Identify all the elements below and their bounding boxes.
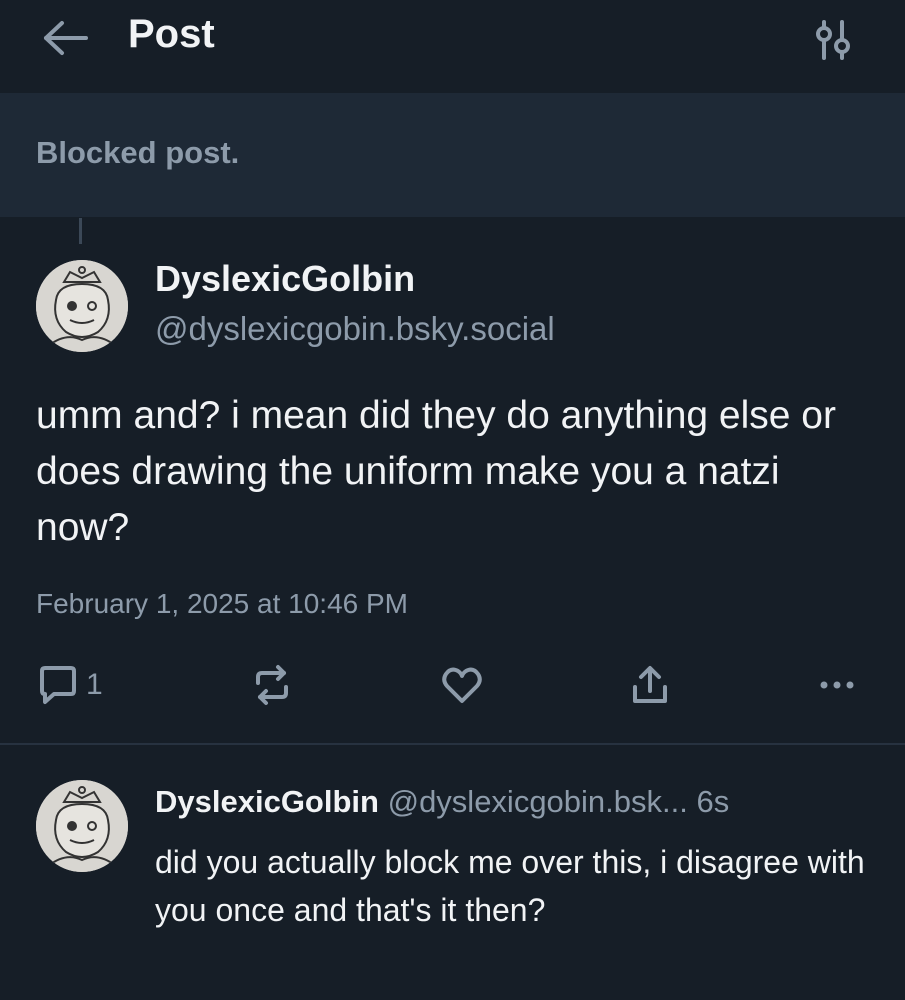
post-text: umm and? i mean did they do anything els… [36,394,836,549]
reply-header: DyslexicGolbin @dyslexicgobin.bsk... 6s [155,784,875,820]
post-timestamp: February 1, 2025 at 10:46 PM [36,588,408,619]
page-title: Post [128,12,215,56]
divider [0,743,905,745]
more-options-button[interactable] [815,655,859,715]
avatar[interactable] [36,260,128,352]
share-button[interactable] [628,655,672,715]
blocked-post-notice[interactable]: Blocked post. [0,93,905,217]
reply-author-name[interactable]: DyslexicGolbin [155,784,379,819]
sliders-icon [816,20,850,60]
reply-button[interactable]: 1 [36,655,103,715]
share-icon [633,666,667,703]
reply-avatar[interactable] [36,780,128,872]
repost-button[interactable] [250,655,294,715]
repost-icon [256,665,288,705]
blocked-post-label: Blocked post. [36,135,240,170]
reply-author-handle[interactable]: @dyslexicgobin.bsk... [388,784,688,819]
like-button[interactable] [440,655,484,715]
reply-count: 1 [86,668,103,701]
arrow-left-icon [44,21,88,55]
reply-time: 6s [696,784,730,819]
reply-icon [40,666,76,704]
top-bar: Post [0,0,905,92]
thread-options-button[interactable] [810,18,858,62]
reply-text: did you actually block me over this, i d… [155,844,865,928]
thread-connector-line [79,218,82,244]
post-actions: 1 [0,655,905,715]
author-handle[interactable]: @dyslexicgobin.bsky.social [155,310,555,348]
avatar-image [36,780,128,872]
author-display-name[interactable]: DyslexicGolbin [155,258,415,300]
avatar-image [36,260,128,352]
back-button[interactable] [40,18,92,58]
more-icon [820,681,854,689]
like-icon [442,667,482,703]
